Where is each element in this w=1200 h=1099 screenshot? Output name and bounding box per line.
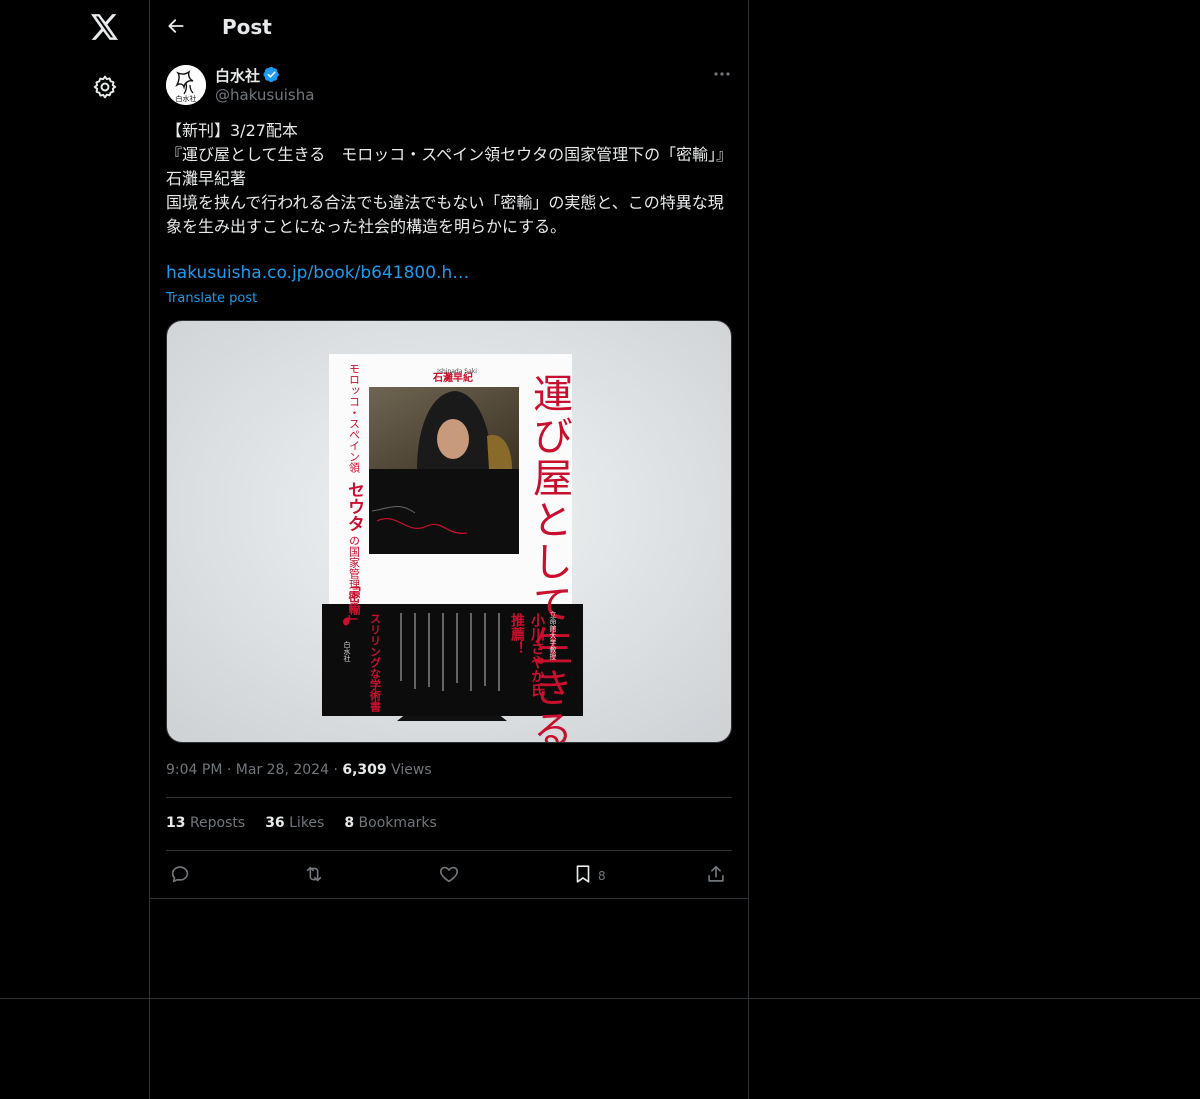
gear-icon[interactable] xyxy=(92,74,118,100)
share-icon[interactable] xyxy=(705,863,729,887)
divider xyxy=(150,898,749,899)
bookmark-count: 8 xyxy=(598,869,606,883)
reposts-stat[interactable]: 13 Reposts xyxy=(166,815,245,831)
divider xyxy=(166,850,732,851)
obi-tagline: スリリングな学術書 xyxy=(369,613,383,713)
bookmark-icon[interactable] xyxy=(572,863,596,887)
post-author: 白水社 白水社 @hakusuisha xyxy=(166,64,732,106)
author-name[interactable]: 白水社 xyxy=(215,65,260,86)
verified-badge-icon xyxy=(263,66,280,83)
page-title: Post xyxy=(222,14,272,39)
book-subtitle-b: セウタ xyxy=(344,481,365,532)
obi-recommend: 推薦！ xyxy=(509,612,525,655)
like-icon[interactable] xyxy=(438,863,462,887)
arrow-left-icon[interactable] xyxy=(166,16,188,38)
post-link[interactable]: hakusuisha.co.jp/book/b641800.h… xyxy=(166,263,469,283)
post-actions: 8 xyxy=(166,860,732,890)
repost-icon[interactable] xyxy=(303,863,327,887)
likes-stat[interactable]: 36 Likes xyxy=(265,815,324,831)
book-author-roman: Ishinada Saki xyxy=(437,368,477,375)
post-image[interactable]: 運び屋として生きる 石灘早紀 Ishinada Saki モロッコ・スペイン領 … xyxy=(166,320,732,743)
post-meta: 9:04 PM · Mar 28, 2024 · 6,309 Views xyxy=(166,762,432,778)
more-options-icon[interactable] xyxy=(712,66,732,82)
author-handle[interactable]: @hakusuisha xyxy=(215,86,314,104)
views-count: 6,309 xyxy=(342,762,387,778)
divider xyxy=(166,797,732,798)
publisher-mark: 白水社 xyxy=(343,640,351,663)
book-cover: 運び屋として生きる 石灘早紀 Ishinada Saki モロッコ・スペイン領 … xyxy=(322,354,583,742)
post-header: Post xyxy=(150,0,748,53)
translate-post-link[interactable]: Translate post xyxy=(166,291,257,306)
post-text: 【新刊】3/27配本 『運び屋として生きる モロッコ・スペイン領セウタの国家管理… xyxy=(166,121,733,236)
bookmarks-stat[interactable]: 8 Bookmarks xyxy=(344,815,436,831)
obi-recommender: 小川さやか氏 xyxy=(529,613,546,698)
reply-icon[interactable] xyxy=(169,863,193,887)
avatar[interactable]: 白水社 xyxy=(166,65,206,105)
book-subtitle-a: モロッコ・スペイン領 xyxy=(348,363,361,474)
post-date[interactable]: Mar 28, 2024 xyxy=(236,762,329,778)
post-time[interactable]: 9:04 PM xyxy=(166,762,222,778)
post-detail-column: Post 白水社 白水社 @hakusuisha 【新刊】3/27配本 『運び屋… xyxy=(150,0,749,1099)
x-logo-icon[interactable] xyxy=(90,12,120,42)
left-navigation-rail xyxy=(0,0,150,1099)
avatar-label: 白水社 xyxy=(176,94,197,103)
post-stats: 13 Reposts 36 Likes 8 Bookmarks xyxy=(166,815,437,831)
obi-recommender-title: 立命館大学教授 xyxy=(549,610,557,661)
views-label: Views xyxy=(391,762,432,778)
divider xyxy=(0,998,1200,999)
